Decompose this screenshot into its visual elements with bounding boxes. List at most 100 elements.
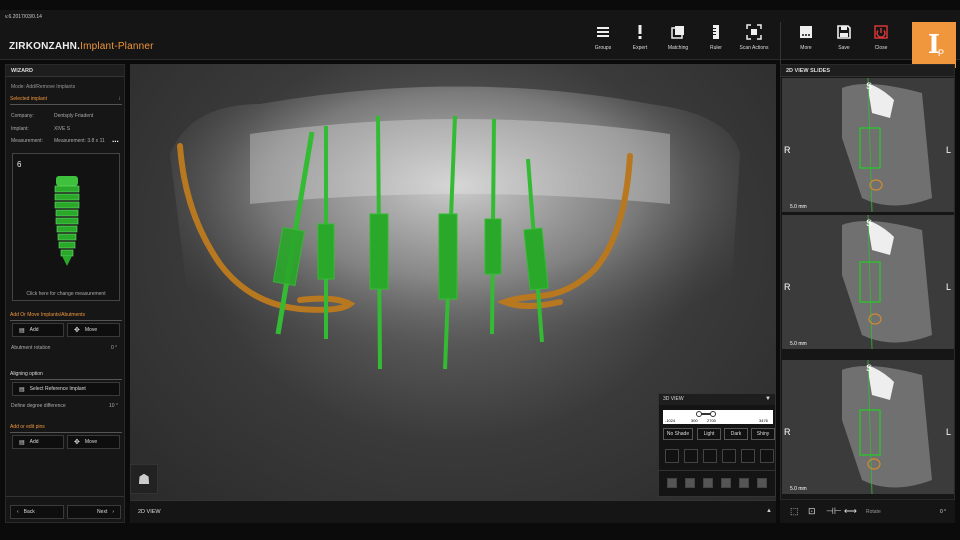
split-icon[interactable]: ⊣⊢: [826, 506, 842, 517]
view-preset-4-icon[interactable]: [721, 478, 731, 488]
exclamation-icon: [638, 25, 642, 39]
slice-3-right-label: L: [946, 427, 952, 437]
light-shade-button[interactable]: Light: [697, 428, 721, 440]
selected-implant-header[interactable]: Selected implant ⅰ: [10, 96, 122, 105]
render-mode-3-icon[interactable]: [703, 449, 717, 463]
select-reference-button[interactable]: ▤ Select Reference Implant: [12, 382, 120, 396]
move-icon: ✥: [74, 327, 80, 334]
abutment-rotation-value[interactable]: 0 °: [111, 345, 117, 351]
viewport-bottom-bar[interactable]: 2D VIEW ▲: [130, 500, 776, 523]
expand-icon[interactable]: ⟷: [844, 506, 857, 517]
move-implant-label: Move: [84, 327, 98, 333]
slice-1-right-label: L: [946, 145, 952, 155]
more-label: More: [800, 45, 812, 51]
more-icon: [800, 26, 812, 38]
render-mode-2-icon[interactable]: [684, 449, 698, 463]
save-label: Save: [838, 45, 850, 51]
app-window: v.6.2017/03/0.14 ZIRKONZAHN.Implant-Plan…: [0, 0, 960, 540]
hu-slider[interactable]: -1024 300 2700 3476: [663, 410, 773, 424]
next-button[interactable]: Next ›: [67, 505, 121, 519]
view-preset-2-icon[interactable]: [685, 478, 695, 488]
slice-view-2[interactable]: S R L 5.0 mm: [782, 215, 954, 349]
top-toolbar: v.6.2017/03/0.14 ZIRKONZAHN.Implant-Plan…: [0, 10, 960, 68]
aligning-header: Aligning option: [10, 371, 122, 380]
change-measurement-link[interactable]: Click here for change measurement: [13, 291, 119, 297]
2d-slides-panel: 2D VIEW SLIDES S R L 5.0 mm S R L 5.0 mm…: [780, 64, 955, 500]
groups-button[interactable]: Groups: [582, 22, 624, 64]
close-button[interactable]: Close: [860, 22, 902, 64]
3d-view-title[interactable]: 3D VIEW ▼: [659, 394, 775, 405]
slice-3-left-label: R: [784, 427, 791, 437]
select-area-icon[interactable]: ⬚: [790, 506, 799, 517]
3d-view-panel: 3D VIEW ▼ -1024 300 2700 3476 No Shade Li…: [658, 393, 776, 497]
slides-toolbar: ⬚ ⊡ ⊣⊢ ⟷ Rotate 0 °: [780, 500, 955, 523]
no-shade-button[interactable]: No Shade: [663, 428, 693, 440]
slice-2-top-label: S: [866, 218, 873, 228]
hu-low: 300: [691, 418, 698, 423]
fit-icon[interactable]: ⊡: [808, 506, 816, 517]
shiny-shade-button[interactable]: Shiny: [751, 428, 775, 440]
wizard-panel: WIZARD Mode: Add/Remove Implants Selecte…: [5, 64, 125, 523]
slice-2-scale: 5.0 mm: [790, 341, 807, 347]
add-pin-label: Add: [29, 439, 39, 445]
expert-label: Expert: [632, 45, 648, 51]
view-preset-3-icon[interactable]: [703, 478, 713, 488]
save-button[interactable]: Save: [823, 22, 865, 64]
add-implant-button[interactable]: ▤ Add: [12, 323, 64, 337]
slice-1-top-label: S: [866, 81, 873, 91]
expert-button[interactable]: Expert: [619, 22, 661, 64]
brand-suffix: Implant-Planner: [80, 41, 154, 52]
scan-icon: [746, 24, 762, 40]
chevron-left-icon: ‹: [17, 509, 19, 515]
wizard-mode: Mode: Add/Remove Implants: [11, 84, 76, 90]
company-label: Company:: [11, 113, 34, 119]
slice-view-3[interactable]: S R L 5.0 mm: [782, 360, 954, 494]
render-mode-5-icon[interactable]: [741, 449, 755, 463]
ruler-button[interactable]: Ruler: [695, 22, 737, 64]
move-pin-button[interactable]: ✥ Move: [67, 435, 120, 449]
2d-slides-title: 2D VIEW SLIDES: [781, 65, 954, 77]
company-value: Dentsply Friadent: [54, 113, 94, 119]
hu-slider-high-handle[interactable]: [710, 411, 716, 417]
implant-number: 6: [17, 160, 22, 169]
back-button[interactable]: ‹ Back: [10, 505, 64, 519]
hu-max: 3476: [759, 418, 768, 423]
implant-preview[interactable]: 6 Click here for change measurement: [12, 153, 120, 301]
pin-add-icon: ▤: [19, 439, 25, 446]
slice-view-1[interactable]: S R L 5.0 mm: [782, 78, 954, 212]
pins-header: Add or edit pins: [10, 424, 122, 433]
selected-implant-label: Selected implant: [10, 96, 47, 102]
hu-slider-low-handle[interactable]: [696, 411, 702, 417]
wizard-divider: [6, 496, 124, 497]
render-mode-4-icon[interactable]: [722, 449, 736, 463]
more-button[interactable]: More: [785, 22, 827, 64]
measurement-label: Measurement:: [11, 138, 43, 144]
orientation-head-icon[interactable]: ☗: [130, 464, 158, 494]
view-preset-5-icon[interactable]: [739, 478, 749, 488]
rotate-value[interactable]: 0 °: [940, 509, 946, 515]
implant-label: Implant:: [11, 126, 29, 132]
caret-down-icon: ▼: [765, 396, 771, 402]
render-mode-6-icon[interactable]: [760, 449, 774, 463]
slice-1-left-label: R: [784, 145, 791, 155]
view-preset-1-icon[interactable]: [667, 478, 677, 488]
move-implant-button[interactable]: ✥ Move: [67, 323, 120, 337]
logo-sub: P: [938, 48, 945, 58]
implant-value: XIVE S: [54, 126, 71, 132]
back-label: Back: [23, 509, 35, 515]
add-pin-button[interactable]: ▤ Add: [12, 435, 64, 449]
scan-actions-button[interactable]: Scan Actions: [733, 22, 775, 64]
view3d-divider: [659, 470, 775, 471]
version-text: v.6.2017/03/0.14: [5, 14, 42, 20]
wizard-title: WIZARD: [6, 65, 124, 77]
matching-icon: [671, 26, 684, 39]
matching-button[interactable]: Matching: [657, 22, 699, 64]
measurement-more-button[interactable]: ...: [112, 135, 119, 144]
degree-value[interactable]: 10 °: [109, 403, 118, 409]
dark-shade-button[interactable]: Dark: [724, 428, 748, 440]
view-preset-6-icon[interactable]: [757, 478, 767, 488]
2d-view-label: 2D VIEW: [138, 509, 161, 515]
caret-up-icon[interactable]: ▲: [766, 508, 772, 514]
render-mode-1-icon[interactable]: [665, 449, 679, 463]
teeth-region: [250, 119, 670, 204]
